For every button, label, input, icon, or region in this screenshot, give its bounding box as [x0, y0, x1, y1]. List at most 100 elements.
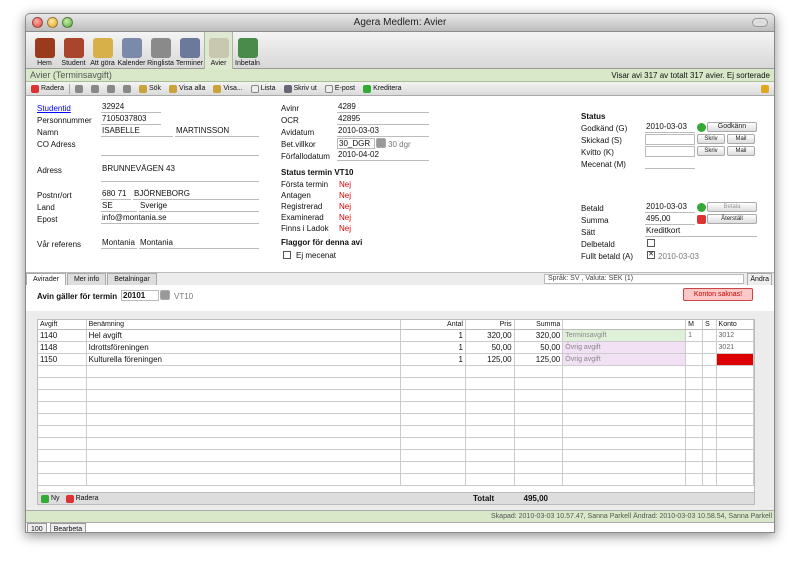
list-button[interactable]: Lista [248, 83, 279, 95]
delete-button[interactable]: Radera [28, 83, 67, 95]
last-name-field[interactable]: MARTINSSON [175, 126, 259, 137]
country-code-field[interactable]: SE [101, 201, 137, 212]
table-row[interactable]: 1140 Hel avgift 1 320,00 320,00 Terminsavgift… [38, 330, 755, 342]
zip-field[interactable]: 680 71 [101, 189, 131, 200]
terms-field[interactable]: 30_DGR [337, 138, 375, 149]
column-header[interactable]: Summa [515, 320, 564, 329]
address-field[interactable]: BRUNNEVÄGEN 43 [101, 164, 259, 182]
receipt-mail-button[interactable]: Mail [727, 146, 755, 156]
nav-kalender-button[interactable]: Kalender [117, 32, 146, 69]
partial-checkbox[interactable] [647, 239, 655, 247]
term-dropdown-button[interactable] [160, 290, 170, 300]
nav-avier-button[interactable]: Avier [204, 32, 233, 69]
table-cell[interactable]: 50,00 [515, 342, 564, 353]
table-cell[interactable] [703, 354, 717, 365]
email-field[interactable]: info@montania.se [101, 213, 259, 224]
show-button[interactable]: Visa... [210, 83, 245, 95]
tab-avirader[interactable]: Avirader [26, 273, 66, 285]
table-row[interactable] [38, 450, 755, 462]
city-field[interactable]: BJÖRNEBORG [133, 189, 259, 200]
table-row[interactable] [38, 438, 755, 450]
table-cell[interactable]: Idrottsföreningen [87, 342, 401, 353]
table-cell[interactable]: Hel avgift [87, 330, 401, 341]
table-cell[interactable] [686, 354, 704, 365]
status-mecenat-field[interactable] [645, 158, 695, 169]
table-cell[interactable]: 1 [401, 330, 466, 341]
column-header[interactable]: S [703, 320, 717, 329]
table-row[interactable] [38, 414, 755, 426]
prev-record-button[interactable] [88, 83, 102, 95]
search-button[interactable]: Sök [136, 83, 164, 95]
studentid-link[interactable]: Studentid [37, 104, 71, 113]
table-cell[interactable]: Kulturella föreningen [87, 354, 401, 365]
table-cell[interactable]: 1 [401, 342, 466, 353]
table-cell[interactable] [686, 342, 704, 353]
nav-terminer-button[interactable]: Terminer [175, 32, 204, 69]
mode-indicator[interactable]: Bearbeta [49, 523, 87, 532]
table-cell[interactable]: 125,00 [466, 354, 515, 365]
next-record-button[interactable] [104, 83, 118, 95]
ocr-field[interactable]: 42895 [337, 114, 429, 125]
table-cell[interactable]: 1148 [38, 342, 87, 353]
sent-field[interactable] [645, 134, 695, 145]
column-header[interactable]: Benämning [87, 320, 401, 329]
delete-row-button[interactable]: Radera [63, 493, 102, 505]
table-cell[interactable] [716, 354, 755, 365]
sent-mail-button[interactable]: Mail [727, 134, 755, 144]
last-record-button[interactable] [120, 83, 134, 95]
table-cell[interactable]: 50,00 [466, 342, 515, 353]
table-row[interactable] [38, 474, 755, 486]
column-header[interactable] [563, 320, 687, 329]
nav-inbetaln-button[interactable]: Inbetaln [233, 32, 262, 69]
term-field[interactable]: 20101 [121, 290, 159, 301]
missing-accounts-alert[interactable]: Konton saknas! [683, 288, 753, 301]
column-header[interactable]: Konto [717, 320, 755, 329]
country-field[interactable]: Sverige [139, 201, 259, 212]
table-cell[interactable]: 1150 [38, 354, 87, 365]
reset-button[interactable]: Återställ [707, 214, 757, 224]
print-button[interactable]: Skriv ut [281, 83, 320, 95]
approved-field[interactable]: 2010-03-03 [645, 122, 695, 133]
first-record-button[interactable] [72, 83, 86, 95]
nav-att-göra-button[interactable]: Att göra [88, 32, 117, 69]
table-cell[interactable]: 3012 [717, 330, 755, 341]
receipt-write-button[interactable]: Skriv [697, 146, 725, 156]
column-header[interactable]: M [686, 320, 704, 329]
sent-write-button[interactable]: Skriv [697, 134, 725, 144]
column-header[interactable]: Antal [401, 320, 466, 329]
table-cell[interactable]: 320,00 [515, 330, 564, 341]
due-field[interactable]: 2010-04-02 [337, 150, 429, 161]
pnr-field[interactable]: 7105037803 [101, 114, 161, 125]
email-button[interactable]: E-post [322, 83, 358, 95]
table-cell[interactable]: 3021 [717, 342, 755, 353]
table-cell[interactable] [703, 330, 717, 341]
nav-hem-button[interactable]: Hem [30, 32, 59, 69]
table-cell[interactable]: 1 [401, 354, 466, 365]
mecenat-checkbox[interactable] [283, 251, 291, 259]
zoom-window-button[interactable] [62, 17, 73, 28]
table-row[interactable] [38, 378, 755, 390]
pay-button[interactable]: Betala [707, 202, 757, 212]
table-row[interactable] [38, 402, 755, 414]
show-all-button[interactable]: Visa alla [166, 83, 208, 95]
ref-field-1[interactable]: Montania [101, 238, 137, 249]
table-cell[interactable]: Terminsavgift [563, 330, 687, 341]
tab-mer-info[interactable]: Mer info [66, 273, 107, 285]
table-cell[interactable]: Övrig avgift [563, 354, 687, 365]
table-cell[interactable]: 125,00 [515, 354, 564, 365]
close-window-button[interactable] [32, 17, 43, 28]
table-cell[interactable]: 1 [686, 330, 704, 341]
table-row[interactable] [38, 462, 755, 474]
table-row[interactable] [38, 390, 755, 402]
tab-betalningar[interactable]: Betalningar [107, 273, 157, 285]
avinr-field[interactable]: 4289 [337, 102, 429, 113]
method-field[interactable]: Kreditkort [645, 226, 757, 237]
table-cell[interactable]: 320,00 [466, 330, 515, 341]
credit-button[interactable]: Kreditera [360, 83, 404, 95]
column-header[interactable]: Avgift [38, 320, 87, 329]
table-row[interactable] [38, 426, 755, 438]
table-cell[interactable] [703, 342, 717, 353]
terms-dropdown-button[interactable] [376, 138, 386, 148]
sum-field[interactable]: 495,00 [645, 214, 695, 225]
column-header[interactable]: Pris [466, 320, 515, 329]
